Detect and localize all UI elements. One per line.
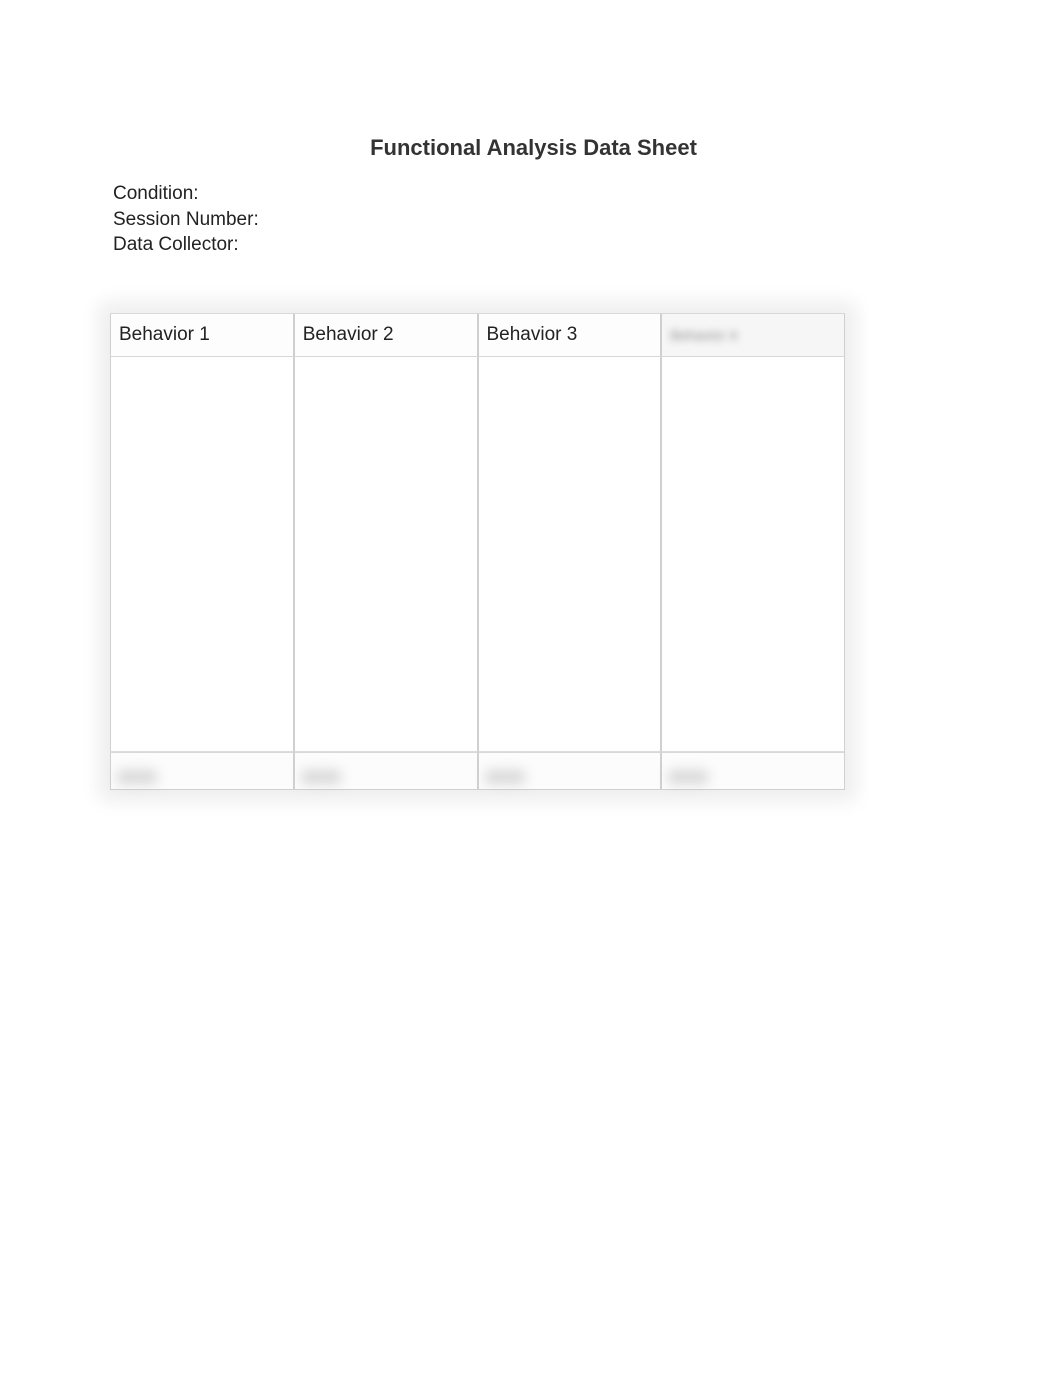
table-footer-row	[110, 752, 845, 790]
footer-cell-4	[661, 752, 845, 790]
footer-smudge-4	[668, 770, 708, 784]
footer-smudge-3	[485, 770, 525, 784]
footer-smudge-2	[301, 770, 341, 784]
data-table-wrap: Behavior 1 Behavior 2 Behavior 3 Behavio…	[110, 313, 845, 790]
data-cell-3	[478, 357, 662, 752]
footer-cell-1	[110, 752, 294, 790]
footer-cell-2	[294, 752, 478, 790]
session-number-label: Session Number:	[113, 207, 954, 233]
data-cell-1	[110, 357, 294, 752]
meta-fields: Condition: Session Number: Data Collecto…	[113, 181, 954, 258]
column-header-behavior-3: Behavior 3	[478, 313, 662, 357]
column-header-behavior-1: Behavior 1	[110, 313, 294, 357]
footer-cell-3	[478, 752, 662, 790]
page-title: Functional Analysis Data Sheet	[113, 135, 954, 161]
data-collector-label: Data Collector:	[113, 232, 954, 258]
data-cell-2	[294, 357, 478, 752]
data-table: Behavior 1 Behavior 2 Behavior 3 Behavio…	[110, 313, 845, 790]
footer-smudge-1	[117, 770, 157, 784]
table-header-row: Behavior 1 Behavior 2 Behavior 3 Behavio…	[110, 313, 845, 357]
page-container: Functional Analysis Data Sheet Condition…	[0, 0, 1062, 790]
condition-label: Condition:	[113, 181, 954, 207]
column-header-behavior-4: Behavior 4	[661, 313, 845, 357]
table-body-row	[110, 357, 845, 752]
data-cell-4	[661, 357, 845, 752]
column-header-behavior-2: Behavior 2	[294, 313, 478, 357]
